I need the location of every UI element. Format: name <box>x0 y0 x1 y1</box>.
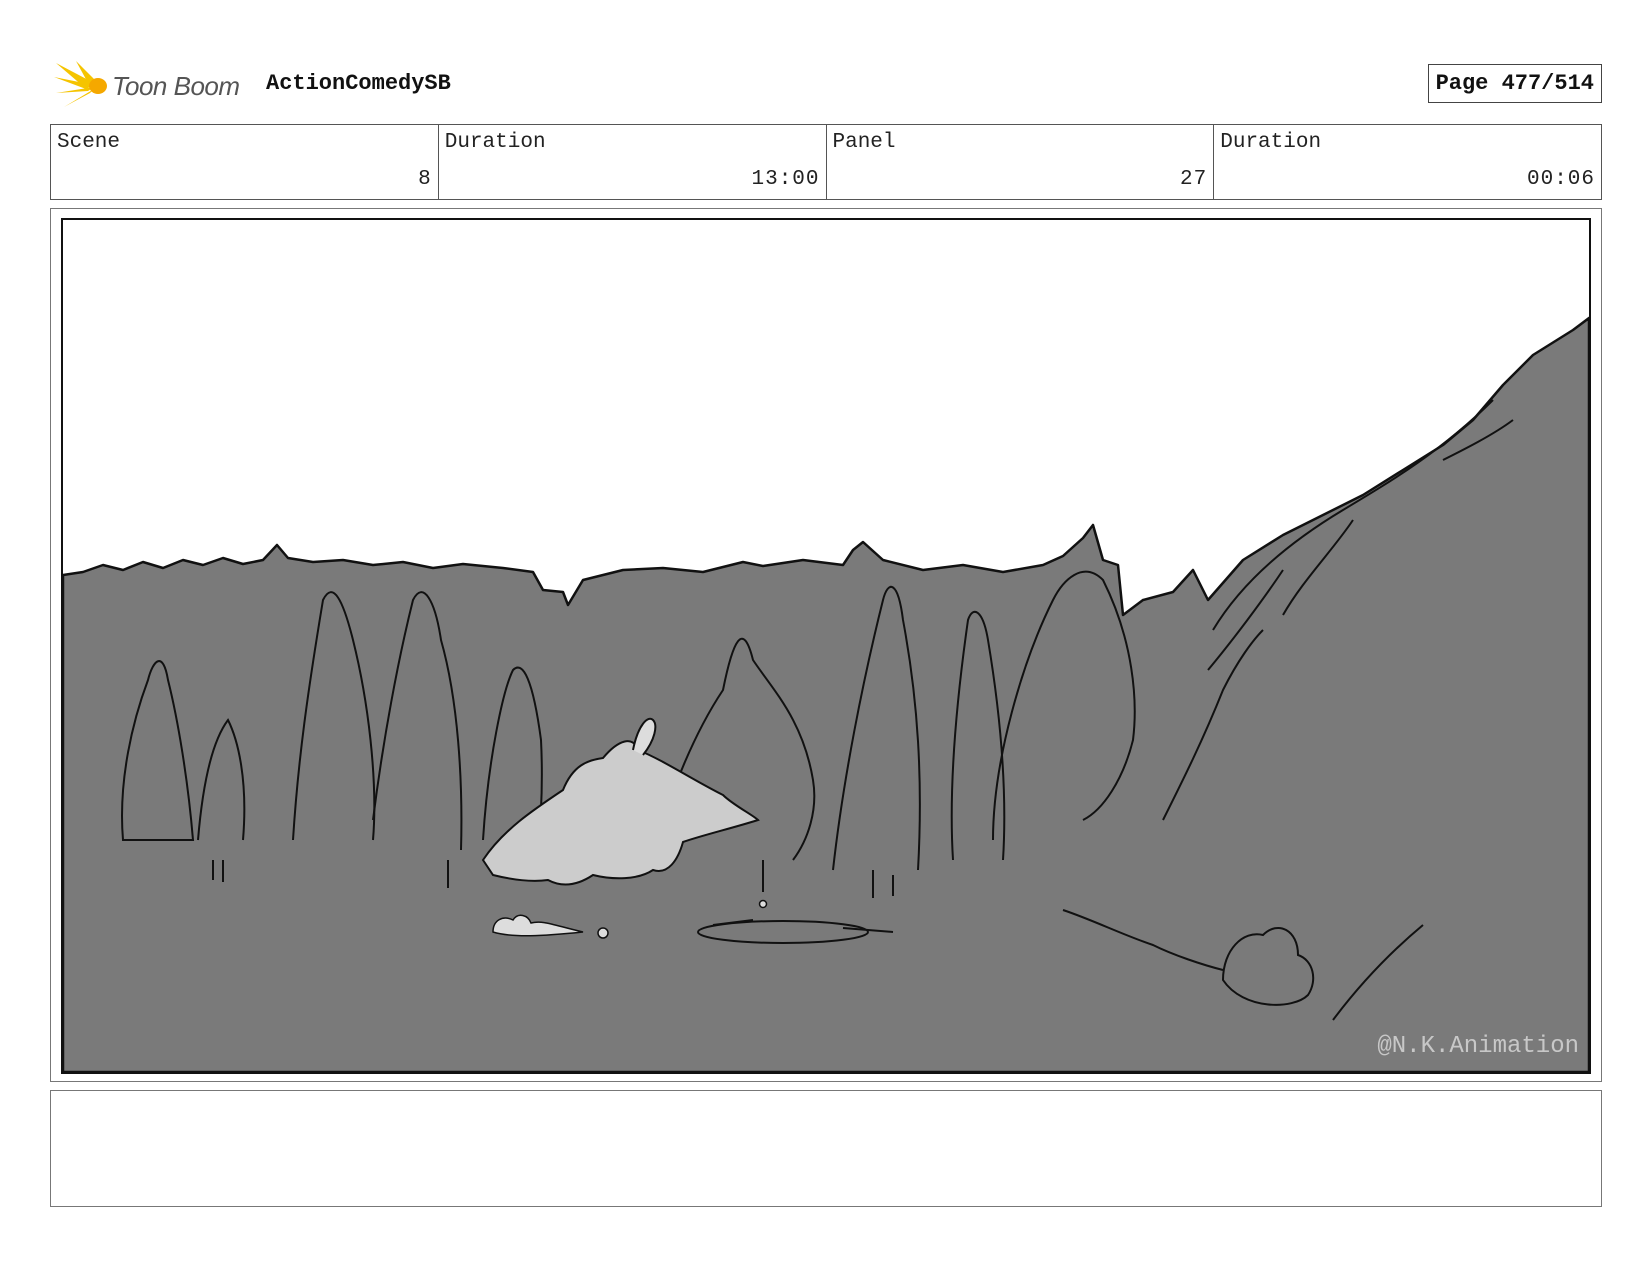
scene-duration-cell: Duration 13:00 <box>439 125 827 199</box>
panel-duration-cell: Duration 00:06 <box>1214 125 1601 199</box>
starburst-icon <box>54 61 107 107</box>
storyboard-header: Toon Boom ActionComedySB Page 477/514 <box>50 55 1602 115</box>
panel-duration-value: 00:06 <box>1526 168 1595 191</box>
scene-label: Scene <box>57 131 121 154</box>
panel-label: Panel <box>832 131 896 154</box>
action-notes-box[interactable] <box>50 1090 1602 1207</box>
toon-boom-logo: Toon Boom <box>54 59 254 111</box>
panel-drawing: @N.K.Animation <box>61 218 1591 1074</box>
scene-duration-value: 13:00 <box>751 168 820 191</box>
page-indicator: Page 477/514 <box>1427 64 1602 103</box>
panel-info-row: Scene 8 Duration 13:00 Panel 27 Duration… <box>50 124 1602 200</box>
forest-ground <box>63 316 1589 1072</box>
project-title: ActionComedySB <box>266 71 451 96</box>
watermark: @N.K.Animation <box>1377 1033 1579 1060</box>
scene-sketch <box>63 316 1589 1072</box>
scene-cell: Scene 8 <box>51 125 439 199</box>
brand-name: Toon Boom <box>112 71 240 101</box>
panel-duration-label: Duration <box>1220 131 1322 154</box>
scene-value: 8 <box>418 168 432 191</box>
scene-duration-label: Duration <box>444 131 546 154</box>
panel-value: 27 <box>1180 168 1208 191</box>
panel-frame: @N.K.Animation <box>50 208 1602 1082</box>
panel-cell: Panel 27 <box>827 125 1215 199</box>
